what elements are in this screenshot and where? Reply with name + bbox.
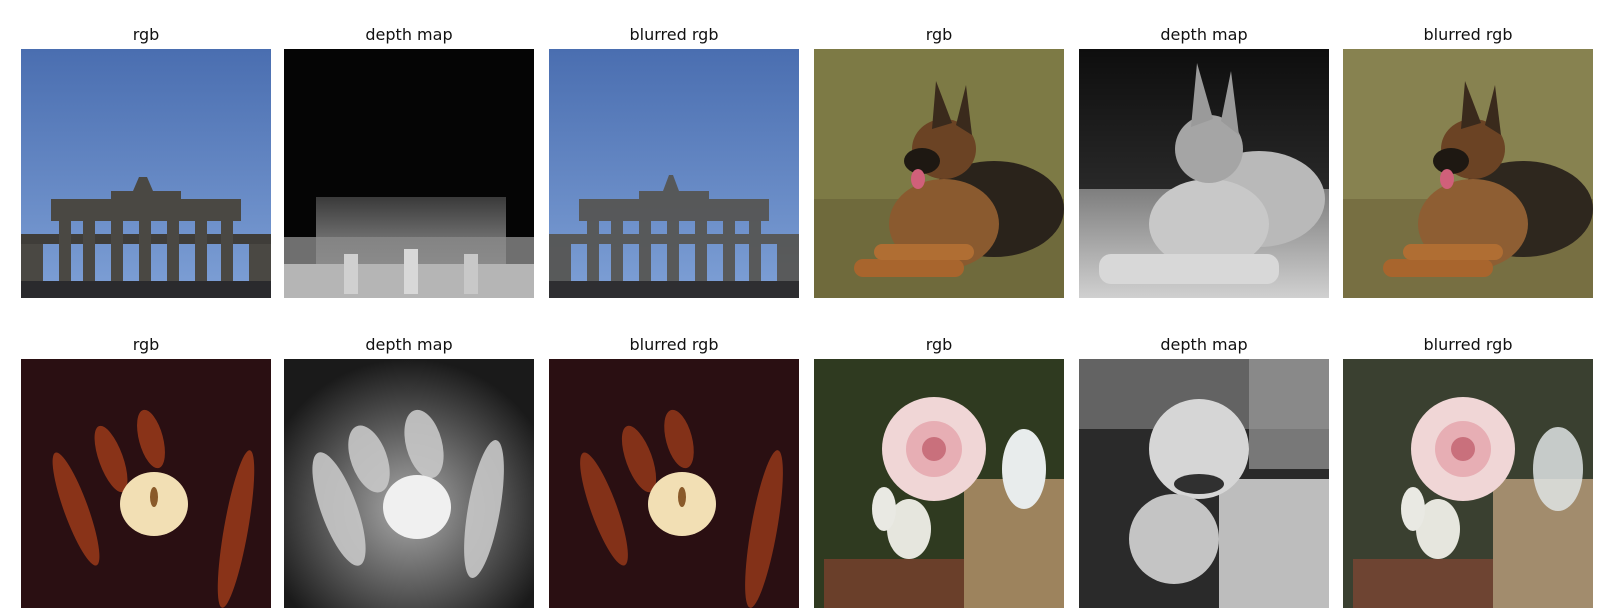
- rose-depth: [1079, 359, 1329, 608]
- panel-title: rgb: [925, 25, 953, 44]
- german-shepherd-photo: [814, 49, 1064, 298]
- panel-title: blurred rgb: [629, 25, 719, 44]
- brandenburg-gate-depth: [284, 49, 534, 298]
- panel-title: rgb: [925, 335, 953, 354]
- german-shepherd-blurred: [1343, 49, 1593, 298]
- panel-title: blurred rgb: [1423, 335, 1513, 354]
- german-shepherd-depth: [1079, 49, 1329, 298]
- panel-title: rgb: [132, 25, 160, 44]
- panel-title: blurred rgb: [1423, 25, 1513, 44]
- panel-title: blurred rgb: [629, 335, 719, 354]
- panel-title: depth map: [365, 335, 453, 354]
- candle-hands-blurred: [549, 359, 799, 608]
- rose-blurred: [1343, 359, 1593, 608]
- brandenburg-gate-blurred: [549, 49, 799, 298]
- rose-photo: [814, 359, 1064, 608]
- panel-title: depth map: [1160, 335, 1248, 354]
- panel-title: depth map: [365, 25, 453, 44]
- panel-title: depth map: [1160, 25, 1248, 44]
- candle-hands-depth: [284, 359, 534, 608]
- panel-title: rgb: [132, 335, 160, 354]
- brandenburg-gate-photo: [21, 49, 271, 298]
- candle-hands-photo: [21, 359, 271, 608]
